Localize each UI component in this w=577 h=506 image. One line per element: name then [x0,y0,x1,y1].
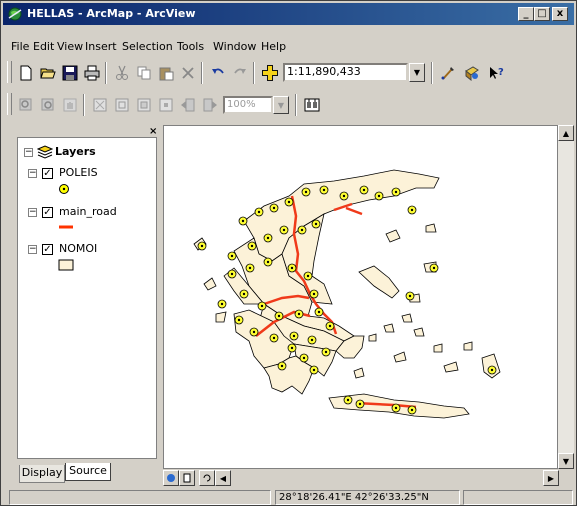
nomoi-polygons [223,169,440,395]
close-button[interactable]: x [552,7,568,21]
layers-stack-icon [37,145,53,159]
add-data-icon[interactable] [259,62,281,84]
line-symbol-icon [59,225,73,229]
minimize-button[interactable]: _ [518,7,534,21]
go-back-extent-icon[interactable] [177,94,199,116]
menu-help[interactable]: Help [261,40,286,53]
close-icon[interactable]: × [149,127,159,137]
delete-icon[interactable] [177,62,199,84]
save-icon[interactable] [59,62,81,84]
menu-window[interactable]: Window [213,40,256,53]
copy-icon[interactable] [133,62,155,84]
zoom-in-page-icon[interactable] [15,94,37,116]
new-document-icon[interactable] [15,62,37,84]
undo-icon[interactable] [207,62,229,84]
editor-toolbar-icon[interactable] [437,62,459,84]
toolbar-separator [295,94,297,116]
toolbar-grip[interactable] [7,61,12,83]
arcmap-globe-icon [8,7,22,21]
scroll-up-button[interactable]: ▲ [558,125,574,141]
print-icon[interactable] [81,62,103,84]
refresh-icon[interactable] [199,470,215,486]
standard-toolbar: 1:11,890,433 ▼ ? [3,59,574,87]
zoom-whole-page-icon[interactable] [89,94,111,116]
pan-page-icon[interactable] [59,94,81,116]
chevron-down-icon[interactable]: ▼ [409,63,425,82]
menu-bar: File Edit View Insert Selection Tools Wi… [3,37,574,57]
menu-edit[interactable]: Edit [33,40,54,53]
menu-tools[interactable]: Tools [177,40,204,53]
data-view-toggle-icon[interactable] [163,470,179,486]
whats-this-help-icon[interactable]: ? [485,62,507,84]
status-extra [463,490,573,505]
greece-map [193,169,501,419]
fixed-zoom-out-icon[interactable] [155,94,177,116]
toolbar-separator [105,62,107,84]
title-bar[interactable]: HELLAS - ArcMap - ArcView _ □ x [3,3,574,25]
collapse-toggle[interactable]: − [28,245,37,254]
status-bar: 28°18'26.41"E 42°26'33.25"N [3,489,574,505]
layer-name-nomoi[interactable]: NOMOI [59,242,97,255]
open-folder-icon[interactable] [37,62,59,84]
map-panel: ▲ ▼ ◀ ▶ [163,125,575,487]
layout-toolbar: 100% ▼ [3,91,574,119]
scroll-right-button[interactable]: ▶ [543,470,559,486]
menu-selection[interactable]: Selection [122,40,173,53]
arccatalog-icon[interactable] [461,62,483,84]
toolbar-separator [431,62,433,84]
tab-display[interactable]: Display [19,465,65,483]
layer-name-poleis[interactable]: POLEIS [59,166,98,179]
layers-root-label: Layers [55,145,96,158]
menu-view[interactable]: View [57,40,83,53]
layer-visibility-checkbox[interactable]: ✓ [42,244,53,255]
menu-file[interactable]: File [11,40,29,53]
menu-insert[interactable]: Insert [85,40,117,53]
table-of-contents: × − Layers − ✓ POLEIS − ✓ main_road − ✓ … [9,125,157,487]
layer-tree[interactable]: − Layers − ✓ POLEIS − ✓ main_road − ✓ NO… [17,137,157,459]
collapse-toggle[interactable]: − [28,169,37,178]
polygon-symbol-icon [58,259,74,271]
layer-name-main-road[interactable]: main_road [59,205,117,218]
toolbar-grip[interactable] [7,93,12,115]
collapse-toggle[interactable]: − [28,208,37,217]
cursor-coordinates: 28°18'26.41"E 42°26'33.25"N [275,490,460,505]
layer-visibility-checkbox[interactable]: ✓ [42,168,53,179]
layer-visibility-checkbox[interactable]: ✓ [42,207,53,218]
collapse-toggle[interactable]: − [24,148,33,157]
arcmap-window: HELLAS - ArcMap - ArcView _ □ x File Edi… [0,0,577,506]
tab-source[interactable]: Source [65,463,111,481]
toolbar-separator [83,94,85,116]
toolbar-separator [201,62,203,84]
point-symbol-icon [59,184,69,194]
horizontal-scrollbar[interactable]: ◀ ▶ [163,470,575,487]
zoom-out-page-icon[interactable] [37,94,59,116]
redo-icon[interactable] [229,62,251,84]
chevron-down-icon[interactable]: ▼ [273,96,289,114]
layout-zoom-input[interactable]: 100% [223,96,273,114]
map-scale-input[interactable]: 1:11,890,433 [283,63,408,82]
scroll-left-button[interactable]: ◀ [215,470,231,486]
vertical-scrollbar[interactable]: ▲ ▼ [558,125,574,469]
fixed-zoom-in-icon[interactable] [133,94,155,116]
map-canvas[interactable] [163,125,558,469]
toolbar-separator [253,62,255,84]
svg-text:?: ? [498,67,504,78]
zoom-100-icon[interactable] [111,94,133,116]
layout-view-toggle-icon[interactable] [179,470,195,486]
focus-data-frame-icon[interactable] [301,94,323,116]
scroll-down-button[interactable]: ▼ [558,453,574,469]
go-forward-extent-icon[interactable] [199,94,221,116]
window-title: HELLAS - ArcMap - ArcView [27,7,196,20]
status-message [9,490,271,505]
cut-icon[interactable] [111,62,133,84]
maximize-button[interactable]: □ [534,7,550,21]
paste-icon[interactable] [155,62,177,84]
